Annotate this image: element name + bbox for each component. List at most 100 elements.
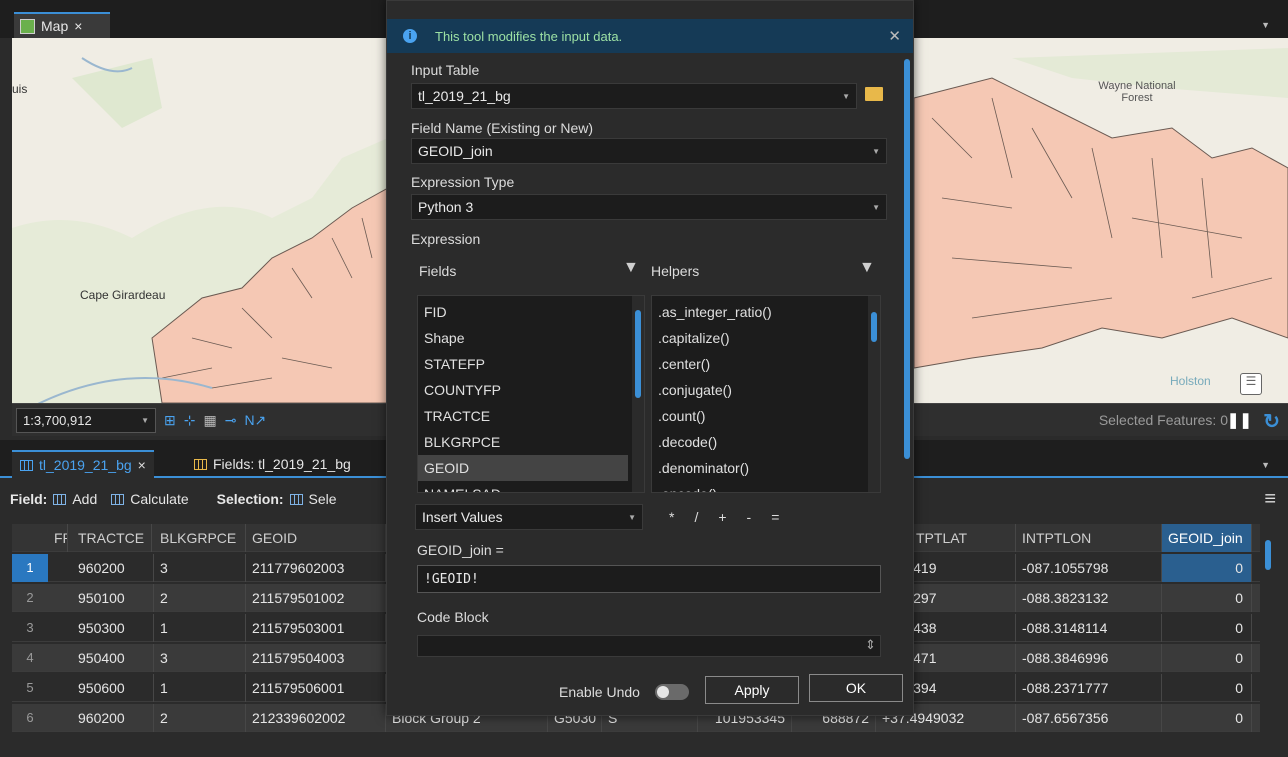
pause-icon[interactable]: ❚❚ (1227, 411, 1252, 429)
col-header-intptlat[interactable]: TPTLAT (910, 524, 1016, 552)
chevron-down-icon[interactable]: ▼ (1261, 20, 1270, 30)
select-button[interactable]: Sele (309, 491, 337, 507)
table-cell-geoid-join[interactable]: 0 (1162, 704, 1252, 732)
apply-button[interactable]: Apply (705, 676, 799, 704)
dialog-scrollbar[interactable] (901, 55, 911, 647)
col-header-geoid-join[interactable]: GEOID_join (1162, 524, 1252, 552)
folder-icon[interactable] (865, 87, 883, 101)
scale-dropdown[interactable]: 1:3,700,912 ▼ (16, 407, 156, 433)
table-cell-blkgrpce[interactable]: 1 (154, 674, 246, 702)
ok-button[interactable]: OK (809, 674, 903, 702)
table-cell-geoid-join[interactable]: 0 (1162, 554, 1252, 582)
refresh-icon[interactable]: ↻ (1263, 409, 1280, 434)
input-table-select[interactable]: tl_2019_21_bg ▼ (411, 83, 857, 109)
table-cell-geoid-join[interactable]: 0 (1162, 584, 1252, 612)
table-cell-geoid[interactable]: 211579506001 (246, 674, 386, 702)
list-item[interactable]: BLKGRPCE (418, 429, 630, 455)
table-cell-geoid[interactable]: 211579504003 (246, 644, 386, 672)
list-item[interactable]: NAMELSAD (418, 481, 630, 492)
list-item-selected[interactable]: GEOID (418, 455, 628, 481)
chevron-down-icon[interactable]: ▼ (1261, 460, 1270, 470)
helpers-scrollbar[interactable] (868, 296, 880, 492)
table-cell-intptlon[interactable]: -088.3823132 (1016, 584, 1162, 612)
table-cell-blkgrpce[interactable]: 2 (154, 704, 246, 732)
col-header[interactable]: FP (48, 524, 68, 552)
table-cell-geoid[interactable]: 211579501002 (246, 584, 386, 612)
close-icon[interactable]: ✕ (888, 27, 901, 45)
insert-values-select[interactable]: Insert Values ▼ (415, 504, 643, 530)
fields-scrollbar[interactable] (632, 296, 644, 492)
list-item[interactable]: Shape (418, 325, 630, 351)
legend-icon[interactable]: ☰ (1240, 373, 1262, 395)
list-item[interactable]: COUNTYFP (418, 377, 630, 403)
col-header-intptlon[interactable]: INTPTLON (1016, 524, 1162, 552)
list-item[interactable]: .center() (652, 351, 710, 377)
code-block-input[interactable] (417, 635, 881, 657)
table-cell-tractce[interactable]: 950300 (72, 614, 154, 642)
table-cell-intptlon[interactable]: -088.2371777 (1016, 674, 1162, 702)
expression-input[interactable]: !GEOID! (417, 565, 881, 593)
table-cell-intptlon[interactable]: -087.6567356 (1016, 704, 1162, 732)
table-cell-geoid-join[interactable]: 0 (1162, 614, 1252, 642)
table-cell-geoid[interactable]: 212339602002 (246, 704, 386, 732)
north-arrow-icon[interactable]: N↗ (244, 412, 266, 429)
list-item[interactable]: STATEFP (418, 351, 630, 377)
table-cell-geoid-join[interactable]: 0 (1162, 644, 1252, 672)
constraints-icon[interactable]: ⊸ (225, 412, 237, 429)
filter-icon[interactable]: ▼ (859, 259, 875, 277)
filter-icon[interactable]: ▼ (623, 259, 639, 277)
list-item[interactable]: .conjugate() (652, 377, 732, 403)
tab-map[interactable]: Map × (14, 12, 110, 38)
table-cell-tractce[interactable]: 950600 (72, 674, 154, 702)
list-item[interactable]: .encode() (652, 481, 717, 492)
col-header-geoid[interactable]: GEOID (246, 524, 386, 552)
row-number[interactable]: 1 (12, 553, 48, 582)
list-item[interactable]: TRACTCE (418, 403, 630, 429)
list-item[interactable]: .denominator() (652, 455, 749, 481)
table-cell-geoid-join[interactable]: 0 (1162, 674, 1252, 702)
fields-list[interactable]: FID Shape STATEFP COUNTYFP TRACTCE BLKGR… (417, 295, 645, 493)
row-number[interactable]: 5 (12, 674, 48, 702)
list-item[interactable]: .capitalize() (652, 325, 730, 351)
snapping-icon[interactable]: ⊹ (184, 412, 196, 429)
list-item[interactable]: .as_integer_ratio() (652, 299, 772, 325)
helpers-list[interactable]: .as_integer_ratio() .capitalize() .cente… (651, 295, 881, 493)
table-cell-intptlon[interactable]: -087.1055798 (1016, 554, 1162, 582)
table-cell-blkgrpce[interactable]: 2 (154, 584, 246, 612)
table-cell-intptlon[interactable]: -088.3148114 (1016, 614, 1162, 642)
grid-icon[interactable]: ▦ (203, 412, 216, 429)
col-header-blkgrpce[interactable]: BLKGRPCE (154, 524, 246, 552)
calculate-field-button[interactable]: Calculate (130, 491, 188, 507)
enable-undo-toggle[interactable] (655, 684, 689, 700)
table-cell-intptlon[interactable]: -088.3846996 (1016, 644, 1162, 672)
fixed-zoom-icon[interactable]: ⊞ (164, 412, 176, 429)
table-cell-blkgrpce[interactable]: 3 (154, 554, 246, 582)
plus-button[interactable]: + (718, 509, 726, 525)
expression-type-select[interactable]: Python 3 ▼ (411, 194, 887, 220)
tab-fields-view[interactable]: Fields: tl_2019_21_bg (186, 450, 359, 478)
list-item[interactable]: FID (418, 299, 630, 325)
close-icon[interactable]: × (74, 18, 82, 34)
selected-features-count[interactable]: Selected Features: 0 (1099, 412, 1228, 428)
list-item[interactable]: .decode() (652, 429, 717, 455)
table-scrollbar[interactable] (1262, 524, 1274, 754)
col-header-tractce[interactable]: TRACTCE (72, 524, 152, 552)
close-icon[interactable]: × (138, 457, 146, 473)
row-number[interactable]: 4 (12, 644, 48, 672)
list-item[interactable]: .count() (652, 403, 705, 429)
table-cell-tractce[interactable]: 960200 (72, 704, 154, 732)
table-cell-tractce[interactable]: 960200 (72, 554, 154, 582)
divide-button[interactable]: / (694, 509, 698, 525)
menu-icon[interactable]: ≡ (1264, 488, 1276, 511)
row-number[interactable]: 6 (12, 704, 48, 732)
minus-button[interactable]: - (747, 509, 752, 525)
resize-icon[interactable]: ⇕ (865, 637, 876, 653)
row-number[interactable]: 3 (12, 614, 48, 642)
table-cell-tractce[interactable]: 950400 (72, 644, 154, 672)
table-cell-geoid[interactable]: 211579503001 (246, 614, 386, 642)
table-cell-blkgrpce[interactable]: 1 (154, 614, 246, 642)
tab-attribute-table[interactable]: tl_2019_21_bg × (12, 450, 154, 478)
multiply-button[interactable]: * (669, 509, 674, 525)
field-name-select[interactable]: GEOID_join ▼ (411, 138, 887, 164)
table-cell-geoid[interactable]: 211779602003 (246, 554, 386, 582)
